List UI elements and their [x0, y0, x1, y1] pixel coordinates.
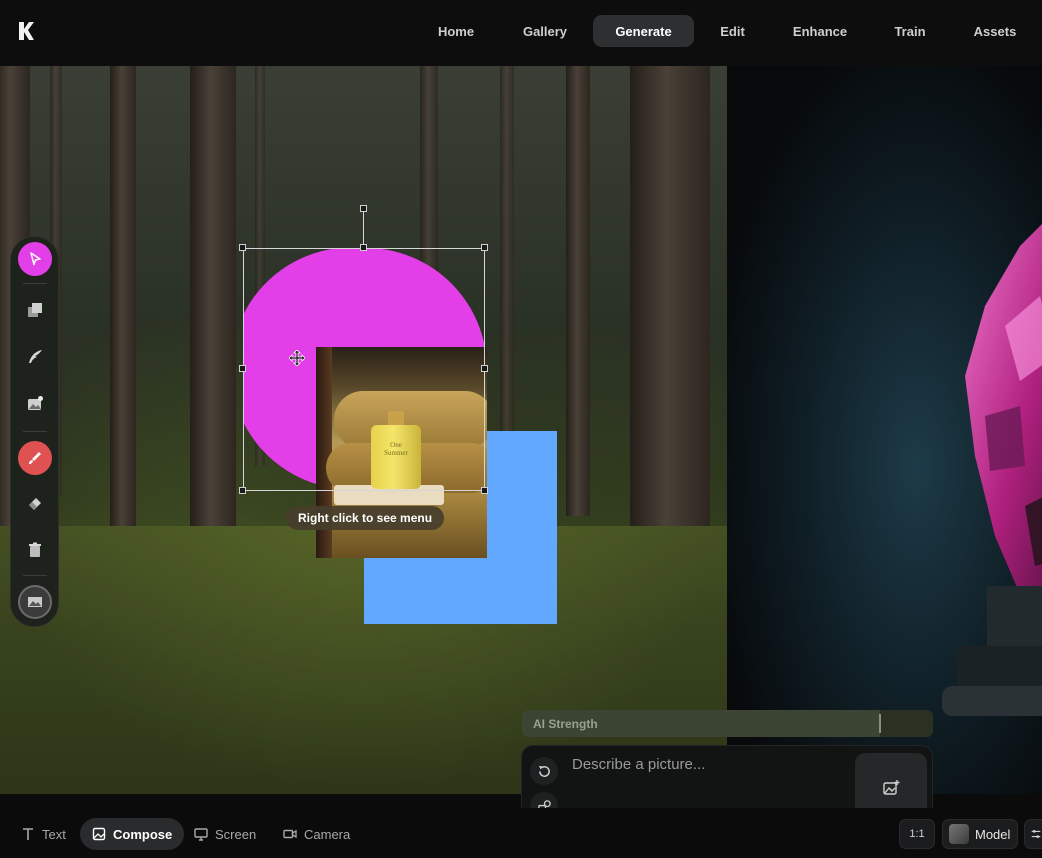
model-selector[interactable]: Model [942, 819, 1018, 849]
eraser-tool[interactable] [18, 487, 52, 521]
tree-trunk [190, 66, 236, 546]
nav-assets[interactable]: Assets [964, 15, 1026, 47]
resize-handle-left[interactable] [239, 365, 246, 372]
layers-tool[interactable] [18, 293, 52, 327]
mode-compose[interactable]: Compose [80, 818, 185, 850]
rotation-line [363, 212, 364, 248]
mode-bar: Text Compose Screen Camera [0, 808, 1042, 858]
model-avatar [949, 824, 969, 844]
generated-output[interactable] [727, 66, 1042, 794]
krea-logo-icon[interactable] [17, 21, 35, 41]
resize-handle-bottom-left[interactable] [239, 487, 246, 494]
mode-screen[interactable]: Screen [182, 818, 268, 850]
layers-icon [28, 303, 42, 317]
aspect-ratio-button[interactable]: 1:1 [899, 819, 935, 849]
tree-trunk [110, 66, 136, 536]
resize-handle-top-right[interactable] [481, 244, 488, 251]
brush-tool[interactable] [18, 441, 52, 475]
image-plus-icon [28, 396, 43, 410]
more-settings-button[interactable] [1024, 819, 1042, 849]
eraser-icon [29, 498, 41, 510]
nav-train[interactable]: Train [883, 15, 937, 47]
resize-handle-top-left[interactable] [239, 244, 246, 251]
top-navigation-bar: Home Gallery Generate Edit Enhance Train… [0, 0, 1042, 66]
nav-home[interactable]: Home [424, 15, 488, 47]
image-icon [92, 827, 106, 841]
cursor-icon [30, 252, 41, 266]
pedestal-artwork [942, 586, 1042, 716]
mode-camera[interactable]: Camera [271, 818, 362, 850]
nav-generate[interactable]: Generate [593, 15, 694, 47]
rotate-handle[interactable] [360, 205, 367, 212]
resize-handle-top[interactable] [360, 244, 367, 251]
quill-icon [29, 350, 42, 363]
crystal-artwork [965, 224, 1042, 612]
move-cursor-icon [289, 350, 305, 366]
ai-strength-slider[interactable]: AI Strength [522, 710, 933, 737]
brush-icon [29, 452, 41, 464]
ai-strength-knob[interactable] [879, 714, 881, 733]
delete-tool[interactable] [18, 533, 52, 567]
sliders-icon [1031, 830, 1041, 838]
refresh-icon [538, 765, 550, 777]
nav-enhance[interactable]: Enhance [784, 15, 856, 47]
camera-icon [283, 829, 297, 839]
pen-tool[interactable] [18, 340, 52, 374]
image-thumbnail-icon [28, 597, 42, 607]
tree-trunk [500, 66, 514, 466]
reset-button[interactable] [530, 757, 558, 785]
canvas-toolbar [10, 236, 59, 627]
nav-gallery[interactable]: Gallery [511, 15, 579, 47]
ai-strength-label: AI Strength [533, 717, 598, 731]
monitor-icon [194, 828, 208, 841]
prompt-input[interactable] [572, 756, 852, 816]
text-icon [23, 828, 33, 840]
selection-box[interactable] [243, 248, 485, 491]
tree-trunk [566, 66, 590, 516]
mode-text[interactable]: Text [9, 818, 78, 850]
add-image-tool[interactable] [18, 387, 52, 421]
trash-icon [29, 542, 41, 557]
select-tool[interactable] [18, 242, 52, 276]
background-tool[interactable] [18, 585, 52, 619]
context-menu-tooltip: Right click to see menu [286, 506, 445, 530]
resize-handle-right[interactable] [481, 365, 488, 372]
nav-edit[interactable]: Edit [709, 15, 756, 47]
resize-handle-bottom-right[interactable] [481, 487, 488, 494]
image-add-icon [883, 780, 900, 795]
